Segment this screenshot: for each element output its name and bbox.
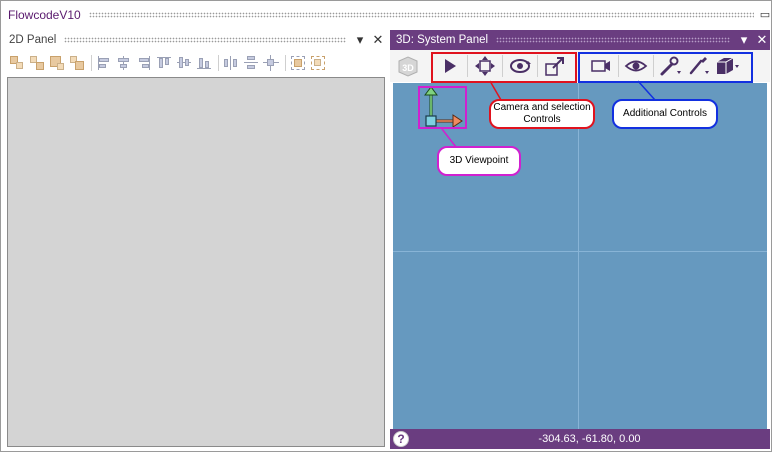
panel-3d-title: 3D: System Panel	[396, 34, 489, 46]
camera-controls-group	[431, 52, 577, 83]
additional-controls-callout: Additional Controls	[612, 99, 718, 129]
distribute-h-icon[interactable]	[223, 55, 239, 71]
panel-2d: 2D Panel ▾ ✕	[5, 30, 386, 449]
view-3d-icon: 3D	[398, 56, 418, 77]
panel-3d-grip[interactable]	[496, 37, 730, 43]
align-icon-2[interactable]	[29, 55, 45, 71]
align-icon-3[interactable]	[49, 55, 65, 71]
dropdown-icon[interactable]: ▾	[352, 32, 368, 48]
close-icon[interactable]: ✕	[754, 32, 770, 48]
viewpoint-highlight	[418, 86, 467, 129]
status-bar: ? -304.63, -61.80, 0.00	[390, 429, 770, 449]
align-right-icon[interactable]	[136, 55, 152, 71]
ungroup-icon[interactable]	[310, 55, 326, 71]
align-top-icon[interactable]	[156, 55, 172, 71]
align-middle-icon[interactable]	[176, 55, 192, 71]
titlebar-grip[interactable]	[88, 12, 754, 18]
canvas-2d[interactable]	[7, 77, 385, 447]
restore-icon[interactable]: ▭	[758, 8, 772, 22]
viewpoint-callout: 3D Viewpoint	[437, 146, 521, 176]
camera-controls-callout: Camera and selection Controls	[489, 99, 595, 129]
close-icon[interactable]: ✕	[370, 32, 386, 48]
panel-2d-grip[interactable]	[64, 37, 346, 43]
viewport-3d[interactable]	[393, 83, 767, 429]
toolbar-separator	[91, 55, 92, 71]
align-left-icon[interactable]	[96, 55, 112, 71]
grid-line-horizontal	[393, 251, 767, 252]
toolbar-separator	[285, 55, 286, 71]
view-3d-button[interactable]: 3D	[394, 52, 422, 80]
panel-3d-header: 3D: System Panel ▾ ✕	[390, 30, 770, 50]
align-center-icon[interactable]	[116, 55, 132, 71]
app-window: FlowcodeV10 ▭ 2D Panel ▾ ✕ 3D: System Pa…	[0, 0, 772, 452]
align-bottom-icon[interactable]	[196, 55, 212, 71]
additional-controls-group	[578, 52, 753, 83]
coordinates-readout: -304.63, -61.80, 0.00	[538, 433, 641, 445]
app-title: FlowcodeV10	[8, 8, 81, 22]
distribute-v-icon[interactable]	[243, 55, 259, 71]
dropdown-icon[interactable]: ▾	[736, 32, 752, 48]
align-icon-4[interactable]	[69, 55, 85, 71]
app-titlebar: FlowcodeV10 ▭	[2, 2, 772, 28]
toolbar-separator	[218, 55, 219, 71]
svg-text:3D: 3D	[402, 63, 414, 73]
toolbar-2d	[5, 52, 386, 74]
grid-line-vertical	[578, 83, 579, 429]
group-icon[interactable]	[290, 55, 306, 71]
center-icon[interactable]	[263, 55, 279, 71]
panel-2d-header: 2D Panel ▾ ✕	[5, 30, 386, 50]
panel-2d-title: 2D Panel	[9, 34, 57, 46]
align-icon-1[interactable]	[9, 55, 25, 71]
help-icon[interactable]: ?	[393, 431, 409, 447]
